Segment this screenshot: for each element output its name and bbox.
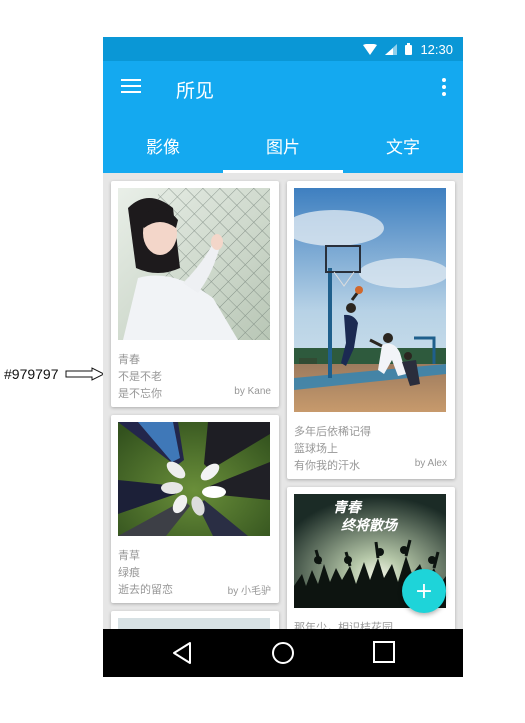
caption-line: 青春 xyxy=(118,353,140,366)
nav-bar xyxy=(103,629,463,677)
card-photo xyxy=(118,188,270,340)
photo-overlay-line: 终将散场 xyxy=(341,518,397,534)
color-annotation-label: #979797 xyxy=(4,366,59,382)
caption-line: 是不忘你 xyxy=(118,387,162,400)
phone-screen: 12:30 所见 影像 图片 文字 青春 不是不老 是不忘你 by Kane 多… xyxy=(103,37,463,677)
tab-pictures[interactable]: 图片 xyxy=(223,117,343,173)
photo-card[interactable]: 青春 不是不老 是不忘你 by Kane xyxy=(111,181,279,407)
status-time: 12:30 xyxy=(420,41,453,57)
color-annotation: #979797 xyxy=(4,366,105,382)
menu-icon[interactable] xyxy=(121,79,141,99)
caption-line: 篮球场上 xyxy=(294,442,338,455)
more-vert-icon[interactable] xyxy=(439,78,449,100)
pointer-arrow-icon xyxy=(65,367,105,381)
back-icon[interactable] xyxy=(171,641,193,665)
add-fab-button[interactable]: + xyxy=(402,569,446,613)
card-photo xyxy=(294,188,446,412)
tab-text[interactable]: 文字 xyxy=(343,117,463,173)
home-icon[interactable] xyxy=(271,641,295,665)
battery-icon xyxy=(405,43,413,55)
photo-overlay-line: 青春 xyxy=(333,500,361,516)
wifi-icon xyxy=(363,43,378,55)
recents-icon[interactable] xyxy=(373,641,395,663)
tab-video[interactable]: 影像 xyxy=(103,117,223,173)
caption-line: 不是不老 xyxy=(118,370,162,383)
card-caption: 多年后依稀记得 篮球场上 有你我的汗水 xyxy=(294,423,371,474)
card-photo xyxy=(118,422,270,536)
signal-icon xyxy=(385,43,398,55)
caption-line: 多年后依稀记得 xyxy=(294,425,371,438)
status-bar: 12:30 xyxy=(103,37,463,61)
tab-bar: 影像 图片 文字 xyxy=(103,117,463,173)
photo-card[interactable]: 青草 绿痕 逝去的留恋 by 小毛驴 xyxy=(111,415,279,603)
card-caption: 青春 不是不老 是不忘你 xyxy=(118,351,162,402)
caption-line: 逝去的留恋 xyxy=(118,583,173,596)
card-caption: 青草 绿痕 逝去的留恋 xyxy=(118,547,173,598)
card-author: by 小毛驴 xyxy=(227,586,271,597)
app-title: 所见 xyxy=(176,80,215,102)
caption-line: 青草 xyxy=(118,549,140,562)
caption-line: 有你我的汗水 xyxy=(294,459,360,472)
photo-card[interactable]: 多年后依稀记得 篮球场上 有你我的汗水 by Alex xyxy=(287,181,455,479)
photo-overlay-text: 青春 终将散场 xyxy=(327,499,397,535)
card-author: by Alex xyxy=(414,458,447,469)
app-bar: 所见 xyxy=(103,61,463,117)
card-author: by Kane xyxy=(234,386,271,397)
caption-line: 绿痕 xyxy=(118,566,140,579)
